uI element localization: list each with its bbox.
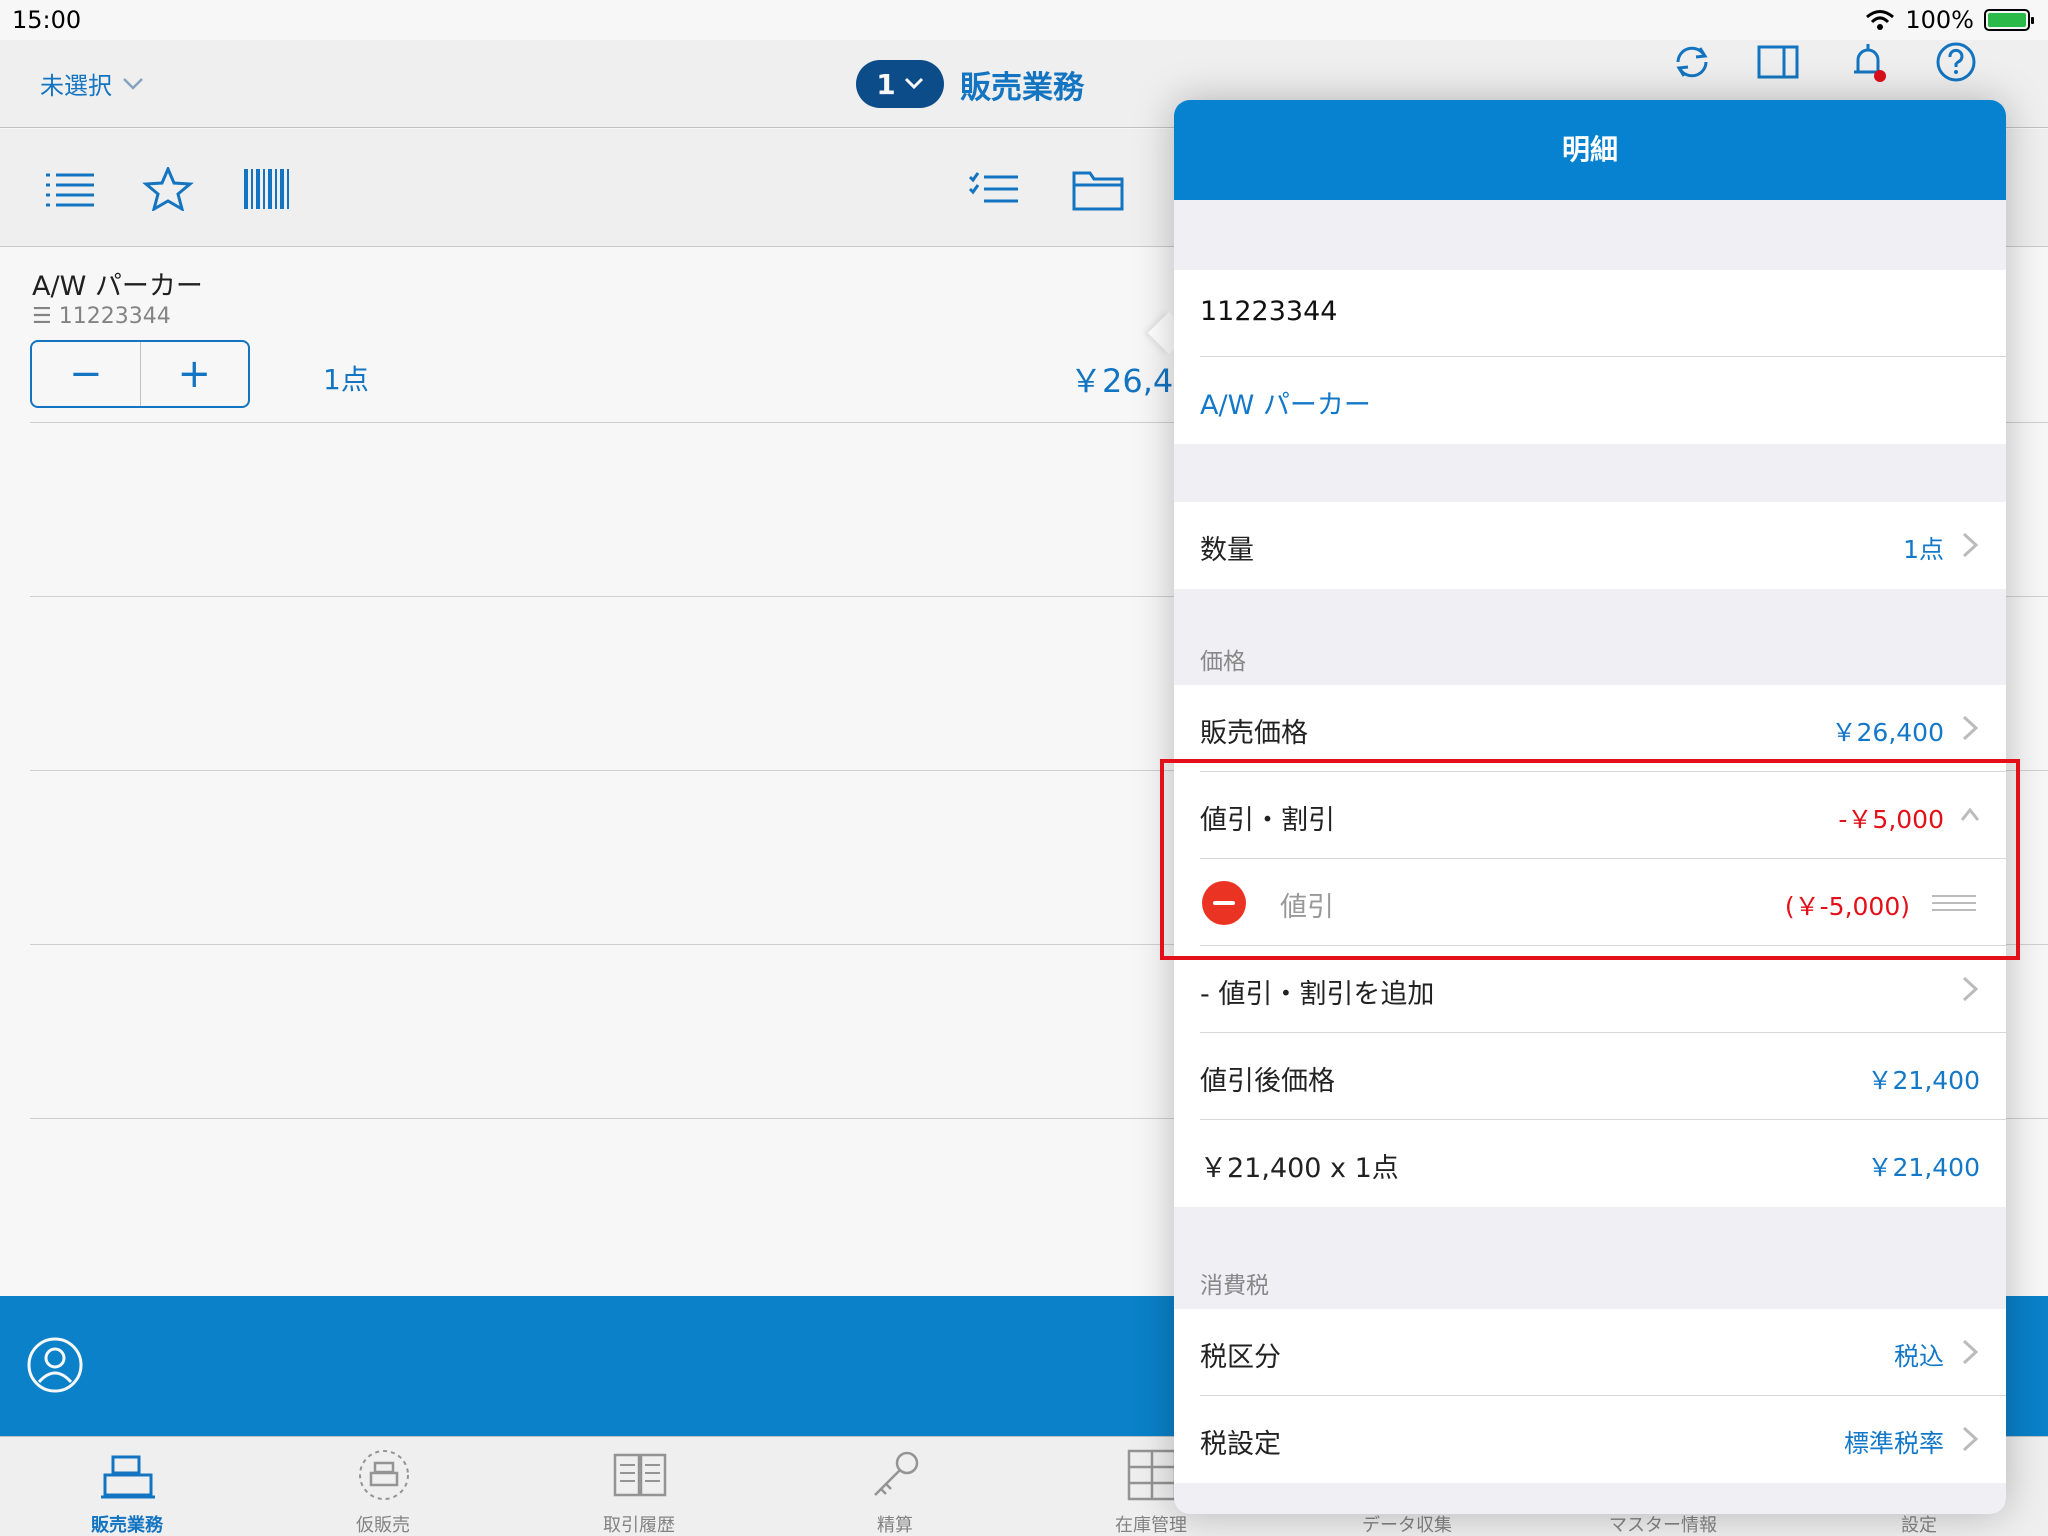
tax-setting-value: 標準税率 bbox=[1843, 1429, 1944, 1458]
chevron-right-icon bbox=[1962, 532, 1979, 558]
sale-price-cell[interactable]: 販売価格 ￥26,400 bbox=[1174, 685, 2006, 772]
item-qty: 1点 bbox=[323, 363, 369, 396]
add-discount-cell[interactable]: - 値引・割引を追加 bbox=[1174, 946, 2006, 1033]
cart-count-button[interactable]: 1 bbox=[856, 60, 944, 108]
item-code: ☰ 11223344 bbox=[32, 304, 171, 329]
price-section-label: 価格 bbox=[1200, 649, 1246, 675]
wifi-icon bbox=[1866, 10, 1895, 30]
bell-icon[interactable] bbox=[1846, 40, 1890, 84]
add-discount-label: - 値引・割引を追加 bbox=[1200, 979, 1435, 1010]
shelf-icon bbox=[1127, 1449, 1177, 1501]
battery-percent: 100% bbox=[1905, 6, 1974, 34]
quantity-value: 1点 bbox=[1903, 535, 1944, 564]
chevron-right-icon bbox=[1962, 715, 1979, 741]
tab-label: 仮販売 bbox=[356, 1515, 410, 1536]
increment-button[interactable]: + bbox=[141, 342, 249, 406]
tab-label: 精算 bbox=[877, 1515, 913, 1536]
tax-setting-cell[interactable]: 税設定 標準税率 bbox=[1174, 1396, 2006, 1483]
barcode-icon[interactable] bbox=[242, 167, 294, 211]
subtotal-cell: ￥21,400 x 1点 ￥21,400 bbox=[1174, 1120, 2006, 1207]
status-right: 100% bbox=[1865, 6, 2034, 34]
book-icon bbox=[613, 1453, 667, 1497]
chevron-right-icon bbox=[1962, 976, 1979, 1002]
discount-item-cell: 値引 (￥-5,000) bbox=[1174, 859, 2006, 946]
item-code-text: 11223344 bbox=[58, 304, 171, 329]
after-price-cell: 値引後価格 ￥21,400 bbox=[1174, 1033, 2006, 1120]
discount-cell[interactable]: 値引・割引 -￥5,000 bbox=[1174, 772, 2006, 859]
discount-item-label: 値引 bbox=[1280, 892, 1334, 923]
key-icon bbox=[874, 1451, 919, 1496]
quantity-stepper: − + bbox=[30, 340, 250, 408]
staff-selector-label: 未選択 bbox=[40, 72, 112, 100]
quantity-label: 数量 bbox=[1200, 535, 1254, 566]
after-price-label: 値引後価格 bbox=[1200, 1066, 1335, 1097]
discount-value: -￥5,000 bbox=[1838, 805, 1944, 834]
delete-discount-button[interactable] bbox=[1202, 881, 1246, 925]
refresh-icon[interactable] bbox=[1670, 40, 1714, 84]
help-icon[interactable] bbox=[1934, 40, 1978, 84]
discount-item-value: (￥-5,000) bbox=[1784, 892, 1910, 921]
nav-center: 1 販売業務 bbox=[856, 60, 1084, 108]
page-title: 販売業務 bbox=[960, 69, 1084, 106]
sale-price-label: 販売価格 bbox=[1200, 718, 1308, 749]
status-bar: 15:00 100% bbox=[0, 0, 2048, 40]
detail-name: A/W パーカー bbox=[1200, 390, 1371, 421]
staff-selector[interactable]: 未選択 bbox=[40, 66, 144, 101]
tax-class-label: 税区分 bbox=[1200, 1342, 1281, 1373]
star-icon[interactable] bbox=[142, 167, 194, 211]
drag-handle-icon[interactable] bbox=[1932, 893, 1976, 913]
status-time: 15:00 bbox=[12, 6, 82, 34]
after-price-value: ￥21,400 bbox=[1867, 1066, 1980, 1095]
item-name-cell[interactable]: A/W パーカー bbox=[1174, 357, 2006, 444]
tax-class-cell[interactable]: 税区分 税込 bbox=[1174, 1309, 2006, 1396]
subtotal-label: ￥21,400 x 1点 bbox=[1200, 1153, 1399, 1184]
barcode-small-icon: ☰ bbox=[32, 304, 52, 329]
discount-label: 値引・割引 bbox=[1200, 805, 1335, 836]
item-code-cell: 11223344 bbox=[1174, 270, 2006, 357]
tab-label: 在庫管理 bbox=[1115, 1515, 1187, 1536]
item-name: A/W パーカー bbox=[32, 271, 203, 302]
sale-price-value: ￥26,400 bbox=[1831, 718, 1944, 747]
battery-icon bbox=[1984, 9, 2034, 31]
tab-label: データ収集 bbox=[1362, 1515, 1452, 1536]
quantity-cell[interactable]: 数量 1点 bbox=[1174, 502, 2006, 589]
tab-label: マスター情報 bbox=[1609, 1515, 1717, 1536]
detail-popover: 明細 11223344 A/W パーカー 数量 1点 価格 販売価格 ￥26,4… bbox=[1174, 100, 2006, 1514]
checklist-icon[interactable] bbox=[968, 167, 1020, 211]
decrement-button[interactable]: − bbox=[32, 342, 141, 406]
tax-setting-label: 税設定 bbox=[1200, 1429, 1281, 1460]
tab-label: 販売業務 bbox=[91, 1515, 163, 1536]
tax-class-value: 税込 bbox=[1893, 1342, 1944, 1371]
tab-temp-sales[interactable]: 仮販売 bbox=[283, 1437, 483, 1536]
split-view-icon[interactable] bbox=[1756, 40, 1800, 84]
detail-code: 11223344 bbox=[1200, 296, 1338, 327]
tab-settlement[interactable]: 精算 bbox=[795, 1437, 995, 1536]
chevron-down-icon bbox=[904, 77, 923, 90]
list-icon[interactable] bbox=[44, 167, 96, 211]
tax-section-label: 消費税 bbox=[1200, 1273, 1269, 1299]
customer-icon[interactable] bbox=[26, 1336, 84, 1394]
chevron-right-icon bbox=[1962, 1426, 1979, 1452]
tab-history[interactable]: 取引履歴 bbox=[539, 1437, 739, 1536]
tab-sales[interactable]: 販売業務 bbox=[27, 1437, 227, 1536]
cart-count: 1 bbox=[876, 67, 896, 101]
folder-icon[interactable] bbox=[1072, 167, 1124, 211]
register-dashed-icon bbox=[359, 1450, 409, 1500]
tab-label: 取引履歴 bbox=[603, 1515, 675, 1536]
chevron-right-icon bbox=[1962, 1339, 1979, 1365]
chevron-down-icon bbox=[123, 77, 143, 90]
tab-label: 設定 bbox=[1901, 1515, 1937, 1536]
register-icon bbox=[101, 1455, 155, 1499]
subtotal-value: ￥21,400 bbox=[1867, 1153, 1980, 1182]
chevron-up-icon bbox=[1960, 807, 1980, 821]
popover-title: 明細 bbox=[1174, 100, 2006, 200]
